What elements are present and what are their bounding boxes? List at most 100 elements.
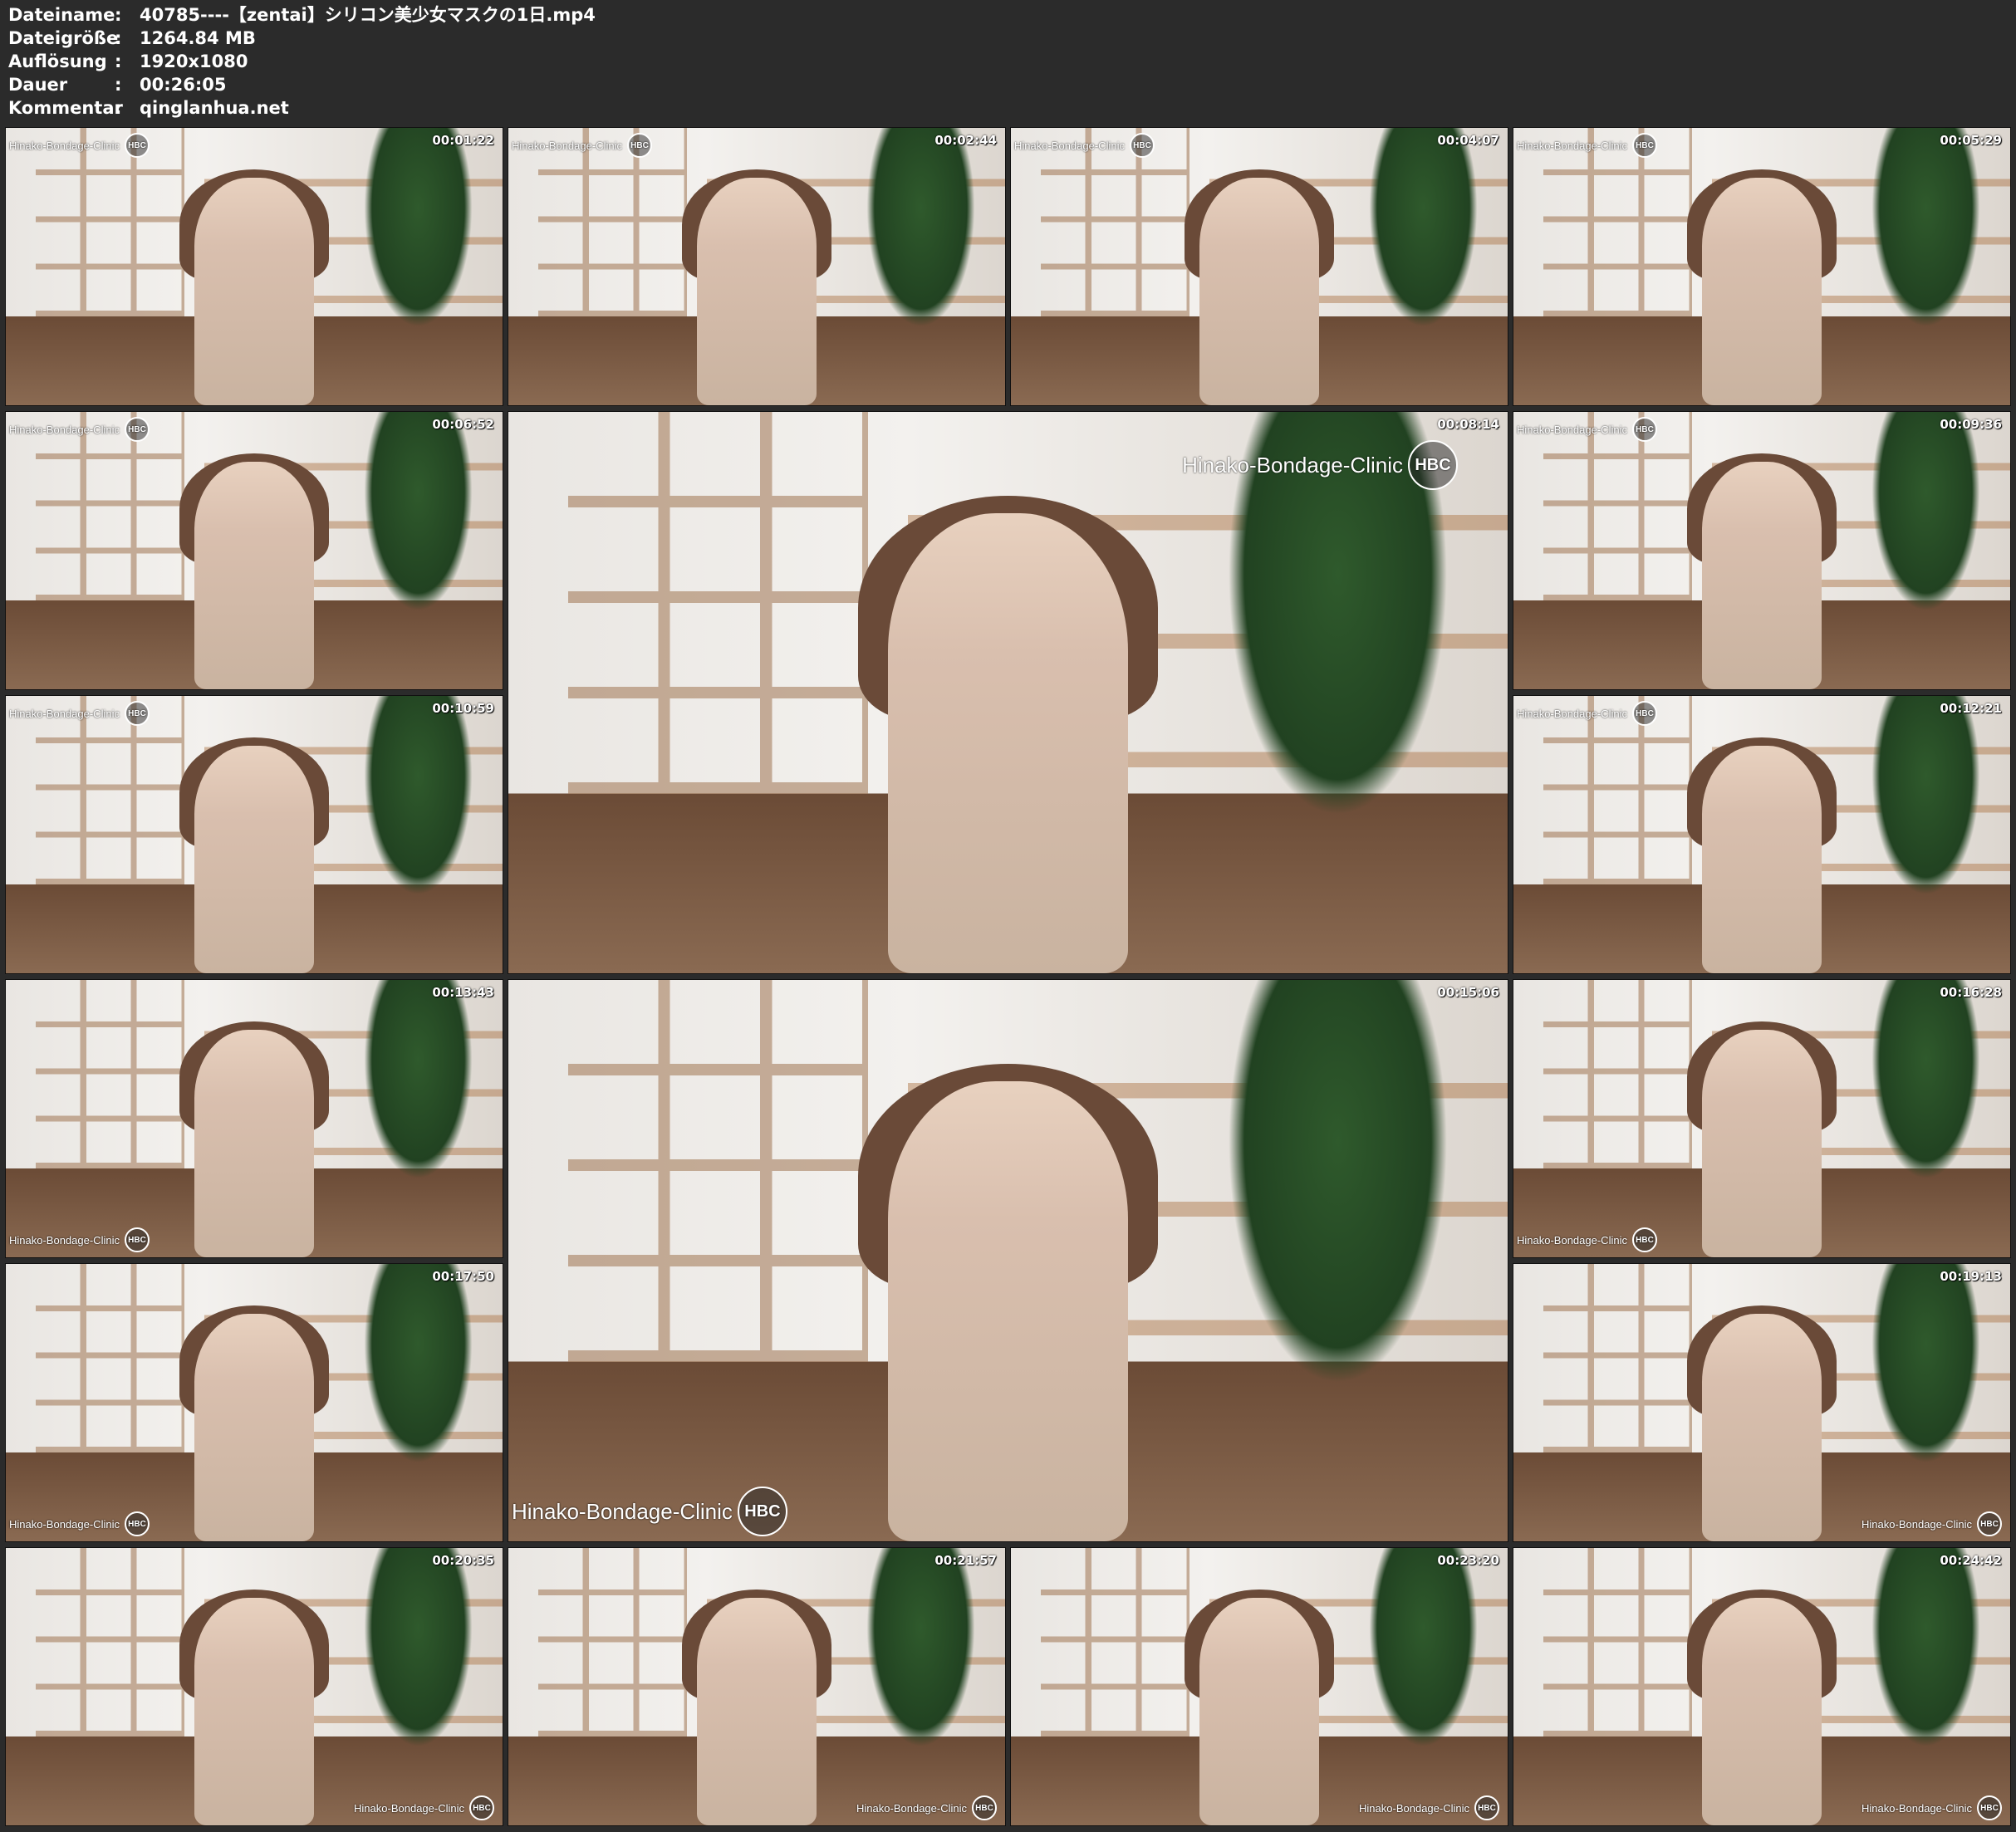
- christmas-tree-shape: [363, 412, 473, 612]
- timestamp: 00:23:20: [1437, 1553, 1499, 1568]
- watermark: Hinako-Bondage-Clinic HBC: [1861, 1511, 2002, 1536]
- watermark-text: Hinako-Bondage-Clinic: [512, 1498, 733, 1524]
- timestamp: 00:24:42: [1940, 1553, 2002, 1568]
- watermark: Hinako-Bondage-Clinic HBC: [9, 133, 150, 158]
- timestamp: 00:15:06: [1437, 985, 1499, 1000]
- video-thumbnail: 00:16:28 Hinako-Bondage-Clinic HBC: [1513, 979, 2011, 1258]
- video-thumbnail: 00:10:59 Hinako-Bondage-Clinic HBC: [5, 695, 503, 974]
- christmas-tree-shape: [1871, 980, 1981, 1180]
- watermark: Hinako-Bondage-Clinic HBC: [1517, 1227, 1657, 1252]
- figure-shape: [1199, 178, 1319, 405]
- video-thumbnail: 00:23:20 Hinako-Bondage-Clinic HBC: [1010, 1547, 1508, 1826]
- timestamp: 00:08:14: [1437, 417, 1499, 432]
- timestamp: 00:09:36: [1940, 417, 2002, 432]
- figure-shape: [194, 462, 314, 689]
- video-thumbnail: 00:06:52 Hinako-Bondage-Clinic HBC: [5, 411, 503, 690]
- watermark: Hinako-Bondage-Clinic HBC: [1517, 133, 1657, 158]
- watermark-text: Hinako-Bondage-Clinic: [9, 139, 120, 152]
- hbc-logo-icon: HBC: [124, 701, 150, 726]
- video-thumbnail: 00:13:43 Hinako-Bondage-Clinic HBC: [5, 979, 503, 1258]
- hbc-logo-icon: HBC: [124, 1227, 150, 1252]
- hbc-logo-icon: HBC: [1631, 417, 1657, 442]
- christmas-tree-shape: [1368, 1548, 1479, 1748]
- watermark-text: Hinako-Bondage-Clinic: [9, 1233, 120, 1247]
- watermark: Hinako-Bondage-Clinic HBC: [1182, 440, 1458, 490]
- watermark-text: Hinako-Bondage-Clinic: [9, 423, 120, 436]
- watermark-text: Hinako-Bondage-Clinic: [1517, 423, 1627, 436]
- timestamp: 00:13:43: [432, 985, 494, 1000]
- figure-shape: [1702, 462, 1822, 689]
- watermark: Hinako-Bondage-Clinic HBC: [512, 1487, 787, 1536]
- video-thumbnail: 00:04:07 Hinako-Bondage-Clinic HBC: [1010, 127, 1508, 406]
- watermark: Hinako-Bondage-Clinic HBC: [1517, 701, 1657, 726]
- watermark-text: Hinako-Bondage-Clinic: [1861, 1801, 1972, 1815]
- figure-shape: [1702, 1030, 1822, 1257]
- christmas-tree-shape: [1871, 696, 1981, 896]
- timestamp: 00:16:28: [1940, 985, 2002, 1000]
- hbc-logo-icon: HBC: [626, 133, 652, 158]
- timestamp: 00:02:44: [934, 133, 997, 148]
- watermark-text: Hinako-Bondage-Clinic: [512, 139, 622, 152]
- christmas-tree-shape: [1368, 128, 1479, 328]
- figure-shape: [697, 1598, 817, 1825]
- christmas-tree-shape: [1871, 1264, 1981, 1464]
- video-thumbnail: 00:08:14 Hinako-Bondage-Clinic HBC: [508, 411, 1508, 974]
- figure-shape: [194, 1314, 314, 1541]
- watermark-text: Hinako-Bondage-Clinic: [1861, 1517, 1972, 1531]
- watermark-text: Hinako-Bondage-Clinic: [1517, 707, 1627, 720]
- figure-shape: [1702, 178, 1822, 405]
- timestamp: 00:20:35: [432, 1553, 494, 1568]
- figure-shape: [888, 512, 1128, 973]
- watermark-text: Hinako-Bondage-Clinic: [1517, 139, 1627, 152]
- hbc-logo-icon: HBC: [1408, 440, 1458, 490]
- watermark: Hinako-Bondage-Clinic HBC: [9, 1511, 150, 1536]
- timestamp: 00:21:57: [934, 1553, 997, 1568]
- watermark-text: Hinako-Bondage-Clinic: [1182, 452, 1403, 478]
- hbc-logo-icon: HBC: [737, 1487, 787, 1536]
- watermark-text: Hinako-Bondage-Clinic: [354, 1801, 464, 1815]
- video-thumbnail: 00:15:06 Hinako-Bondage-Clinic HBC: [508, 979, 1508, 1542]
- figure-shape: [1702, 746, 1822, 973]
- video-thumbnail: 00:24:42 Hinako-Bondage-Clinic HBC: [1513, 1547, 2011, 1826]
- timestamp: 00:01:22: [432, 133, 494, 148]
- watermark: Hinako-Bondage-Clinic HBC: [9, 417, 150, 442]
- christmas-tree-shape: [1228, 980, 1448, 1384]
- thumbnail-grid: 00:01:22 Hinako-Bondage-Clinic HBC 00:02:44…: [0, 0, 2016, 1832]
- hbc-logo-icon: HBC: [1474, 1795, 1499, 1820]
- hbc-logo-icon: HBC: [1129, 133, 1155, 158]
- video-thumbnail: 00:05:29 Hinako-Bondage-Clinic HBC: [1513, 127, 2011, 406]
- christmas-tree-shape: [363, 1264, 473, 1464]
- watermark-text: Hinako-Bondage-Clinic: [1359, 1801, 1469, 1815]
- timestamp: 00:19:13: [1940, 1269, 2002, 1284]
- christmas-tree-shape: [866, 128, 976, 328]
- figure-shape: [888, 1080, 1128, 1541]
- watermark: Hinako-Bondage-Clinic HBC: [1517, 417, 1657, 442]
- figure-shape: [1702, 1598, 1822, 1825]
- video-thumbnail: 00:12:21 Hinako-Bondage-Clinic HBC: [1513, 695, 2011, 974]
- hbc-logo-icon: HBC: [124, 417, 150, 442]
- hbc-logo-icon: HBC: [469, 1795, 494, 1820]
- timestamp: 00:12:21: [1940, 701, 2002, 716]
- watermark-text: Hinako-Bondage-Clinic: [1517, 1233, 1627, 1247]
- watermark: Hinako-Bondage-Clinic HBC: [1014, 133, 1155, 158]
- christmas-tree-shape: [363, 1548, 473, 1748]
- watermark-text: Hinako-Bondage-Clinic: [9, 707, 120, 720]
- watermark-text: Hinako-Bondage-Clinic: [856, 1801, 967, 1815]
- timestamp: 00:04:07: [1437, 133, 1499, 148]
- watermark-text: Hinako-Bondage-Clinic: [1014, 139, 1125, 152]
- watermark: Hinako-Bondage-Clinic HBC: [9, 1227, 150, 1252]
- video-thumbnail: 00:21:57 Hinako-Bondage-Clinic HBC: [508, 1547, 1006, 1826]
- hbc-logo-icon: HBC: [972, 1795, 997, 1820]
- hbc-logo-icon: HBC: [1631, 1227, 1657, 1252]
- figure-shape: [194, 1030, 314, 1257]
- timestamp: 00:06:52: [432, 417, 494, 432]
- watermark: Hinako-Bondage-Clinic HBC: [1359, 1795, 1499, 1820]
- christmas-tree-shape: [363, 696, 473, 896]
- hbc-logo-icon: HBC: [1631, 701, 1657, 726]
- watermark: Hinako-Bondage-Clinic HBC: [856, 1795, 997, 1820]
- figure-shape: [1702, 1314, 1822, 1541]
- timestamp: 00:17:50: [432, 1269, 494, 1284]
- figure-shape: [194, 178, 314, 405]
- video-thumbnail: 00:01:22 Hinako-Bondage-Clinic HBC: [5, 127, 503, 406]
- watermark: Hinako-Bondage-Clinic HBC: [354, 1795, 494, 1820]
